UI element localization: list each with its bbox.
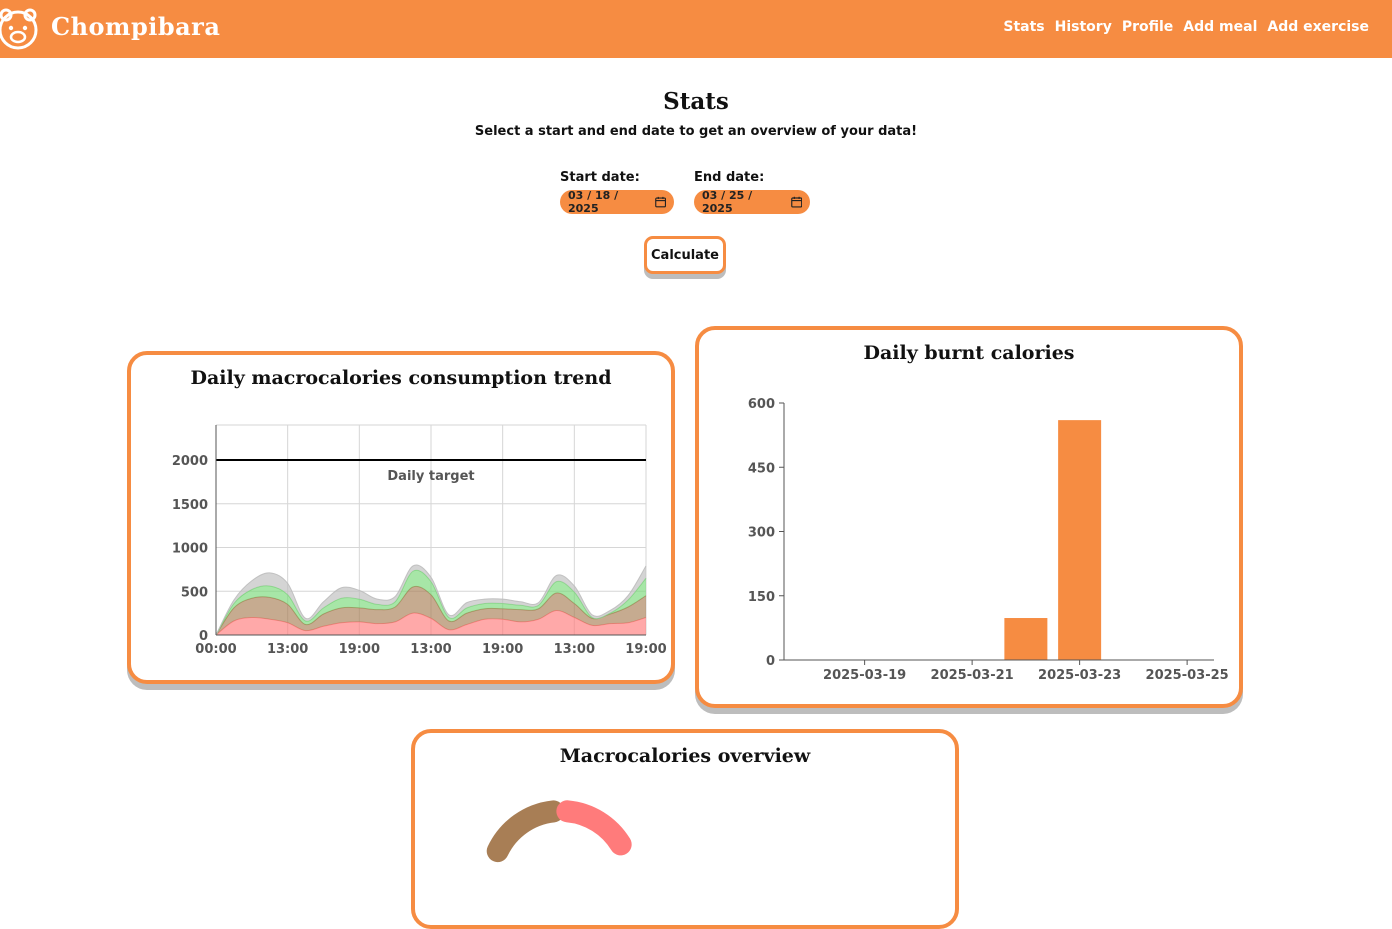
- x-tick-label: 13:00: [267, 642, 308, 657]
- burnt-calories-chart: 0 150 300 450 600 2025-03-19 2025-03-21 2025-03…: [748, 397, 1229, 683]
- nav-link-add-meal[interactable]: Add meal: [1183, 19, 1257, 35]
- y-tick-label: 150: [748, 590, 775, 605]
- start-date-input[interactable]: 03 / 18 / 2025: [560, 189, 674, 215]
- end-date-value: 03 / 25 / 2025: [702, 189, 753, 215]
- y-tick-label: 300: [748, 526, 775, 541]
- x-tick-label: 19:00: [482, 642, 523, 657]
- end-date-input[interactable]: 03 / 25 / 2025: [694, 189, 810, 215]
- x-tick-label: 13:00: [410, 642, 451, 657]
- y-tick-label: 600: [748, 397, 775, 412]
- donut-segment-1[interactable]: [556, 800, 632, 856]
- y-tick-label: 450: [748, 461, 775, 476]
- y-tick-label: 0: [766, 654, 775, 669]
- page-title: Stats: [663, 88, 729, 115]
- x-tick-label: 2025-03-25: [1146, 668, 1229, 683]
- nav-link-stats[interactable]: Stats: [1003, 19, 1044, 35]
- y-tick-label: 1500: [172, 498, 208, 513]
- nav-link-profile[interactable]: Profile: [1122, 19, 1173, 35]
- nav-link-add-exercise[interactable]: Add exercise: [1267, 19, 1369, 35]
- macro-trend-chart: Daily target050010001500200000:00 13:00 19…: [172, 424, 667, 657]
- x-tick-label: 2025-03-19: [823, 668, 906, 683]
- x-tick-label: 19:00: [339, 642, 380, 657]
- daily-target-label: Daily target: [387, 469, 474, 484]
- top-navbar: Chompibara Stats History Profile Add mea…: [0, 0, 1392, 58]
- start-date-value: 03 / 18 / 2025: [568, 189, 619, 215]
- end-date-group: End date: 03 / 25 / 2025: [694, 170, 810, 215]
- main-nav: Stats History Profile Add meal Add exerc…: [1003, 19, 1369, 35]
- page-subtitle: Select a start and end date to get an ov…: [474, 124, 918, 139]
- burnt-calories-card: Daily burnt calories 0 150 300 450 600 2025-0…: [695, 326, 1243, 708]
- x-tick-label: 2025-03-21: [931, 668, 1014, 683]
- donut-segment-0[interactable]: [486, 800, 565, 863]
- macro-trend-card: Daily macrocalories consumption trend Da…: [127, 351, 675, 684]
- start-date-group: Start date: 03 / 18 / 2025: [560, 170, 674, 215]
- x-tick-label: 13:00: [554, 642, 595, 657]
- calculate-button[interactable]: Calculate: [644, 236, 726, 274]
- x-tick-label: 00:00: [195, 642, 236, 657]
- y-tick-label: 1000: [172, 542, 208, 557]
- y-tick-label: 2000: [172, 454, 208, 469]
- macro-overview-chart: [486, 800, 632, 863]
- y-tick-label: 500: [181, 585, 208, 600]
- capybara-logo-icon[interactable]: [0, 6, 40, 50]
- calendar-icon[interactable]: [790, 196, 802, 208]
- nav-link-history[interactable]: History: [1055, 19, 1112, 35]
- bar-2025-03-22[interactable]: [1004, 618, 1048, 660]
- bar-2025-03-23[interactable]: [1058, 420, 1102, 660]
- calendar-icon[interactable]: [654, 196, 666, 208]
- x-tick-label: 2025-03-23: [1038, 668, 1121, 683]
- macro-overview-card: Macrocalories overview: [411, 729, 959, 929]
- x-tick-label: 19:00: [625, 642, 666, 657]
- end-date-label: End date:: [694, 170, 765, 185]
- brand-name[interactable]: Chompibara: [51, 12, 220, 41]
- start-date-label: Start date:: [560, 170, 640, 185]
